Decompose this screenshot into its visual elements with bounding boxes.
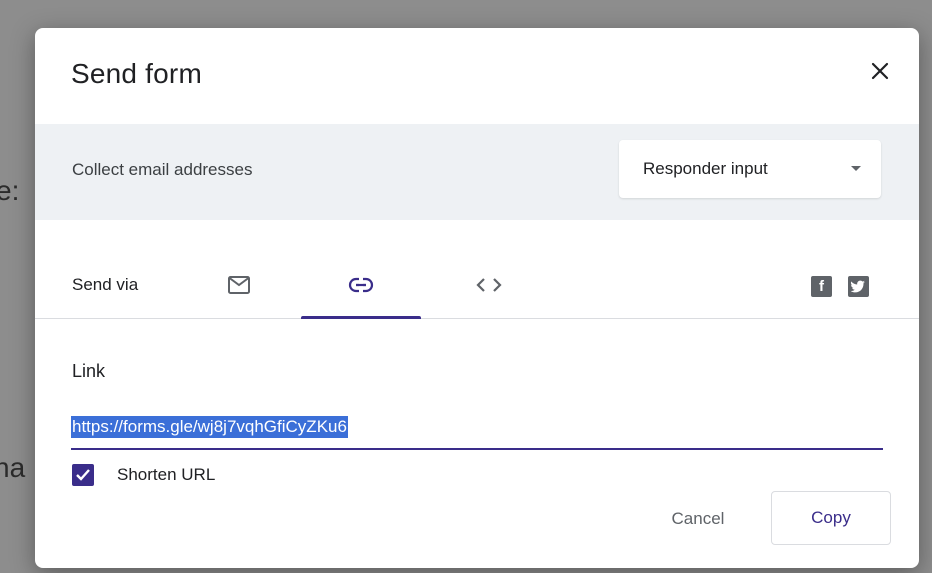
twitter-icon[interactable] [848, 276, 869, 297]
tab-link[interactable] [301, 252, 421, 319]
checkmark-icon [76, 469, 90, 481]
close-icon [871, 62, 889, 80]
tab-embed[interactable] [429, 252, 549, 318]
email-icon [228, 276, 250, 294]
cancel-button[interactable]: Cancel [653, 494, 743, 544]
tab-email[interactable] [179, 252, 299, 318]
background-text: na [0, 452, 26, 483]
caret-down-icon [851, 166, 861, 171]
facebook-icon[interactable]: f [811, 276, 832, 297]
embed-icon [476, 278, 502, 292]
collect-email-select[interactable]: Responder input [619, 140, 881, 198]
send-form-dialog: Send form Collect email addresses Respon… [35, 28, 919, 568]
send-via-row: Send via f [35, 252, 919, 319]
collect-email-label: Collect email addresses [72, 160, 253, 179]
dialog-title: Send form [71, 58, 202, 89]
collect-email-value: Responder input [643, 159, 768, 178]
collect-email-row: Collect email addresses Responder input [35, 124, 919, 220]
shorten-url-checkbox[interactable] [72, 464, 94, 486]
link-section-label: Link [72, 361, 106, 381]
background-text: e: [0, 175, 20, 206]
close-button[interactable] [865, 56, 895, 86]
link-url-text: https://forms.gle/wj8j7vqhGfiCyZKu6 [71, 416, 348, 438]
shorten-url-option[interactable]: Shorten URL [72, 464, 215, 486]
link-url-field[interactable]: https://forms.gle/wj8j7vqhGfiCyZKu6 [71, 414, 883, 450]
copy-button[interactable]: Copy [771, 491, 891, 545]
send-via-label: Send via [72, 275, 139, 294]
link-icon [348, 277, 374, 293]
shorten-url-label: Shorten URL [117, 465, 216, 484]
